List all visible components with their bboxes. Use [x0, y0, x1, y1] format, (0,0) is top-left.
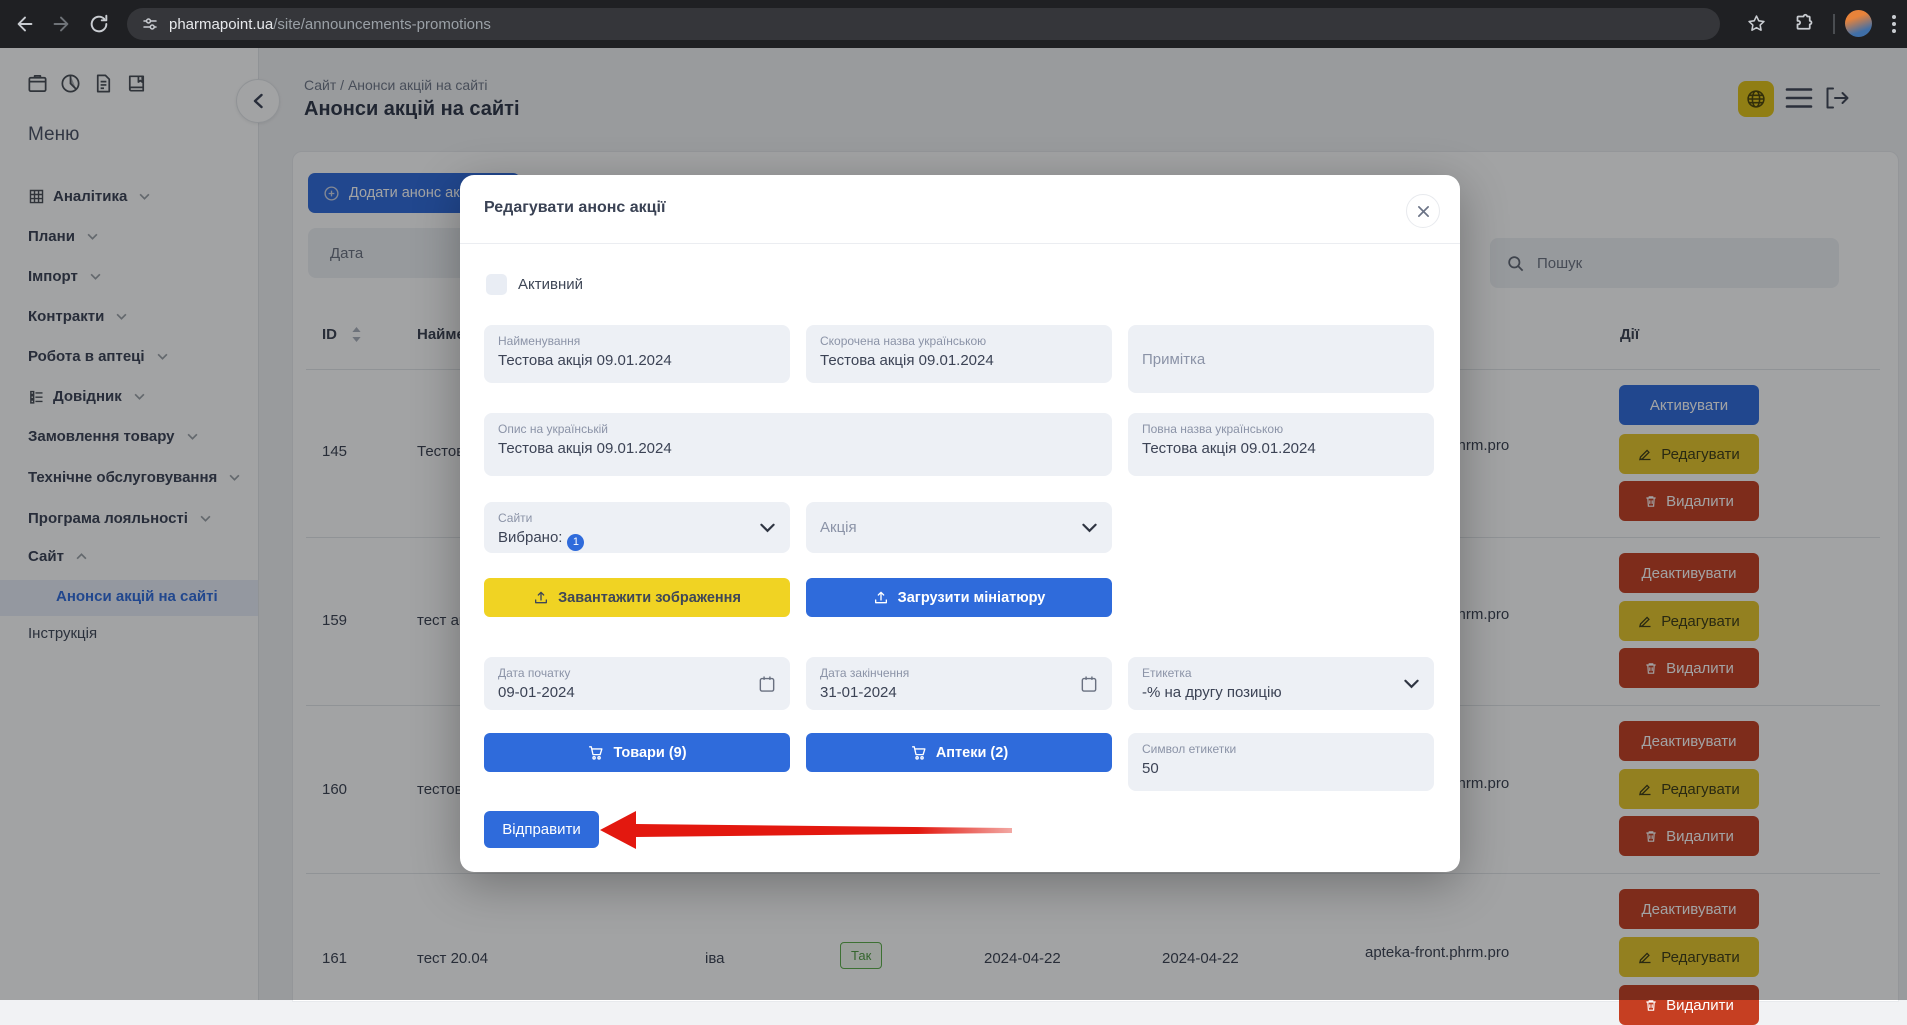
promo-select[interactable]: Акція	[806, 502, 1112, 553]
url-text: pharmapoint.ua/site/announcements-promot…	[169, 16, 491, 33]
toolbar-separator	[1833, 14, 1835, 34]
cart-icon	[587, 744, 604, 761]
upload-image-button[interactable]: Завантажити зображення	[484, 578, 790, 617]
pharmacies-button[interactable]: Аптеки (2)	[806, 733, 1112, 772]
end-date-field[interactable]: Дата закінчення 31-01-2024	[806, 657, 1112, 710]
modal-title: Редагувати анонс акції	[484, 199, 665, 217]
address-bar[interactable]: pharmapoint.ua/site/announcements-promot…	[127, 8, 1720, 40]
chevron-down-icon	[1404, 679, 1419, 689]
chevron-down-icon	[760, 523, 775, 533]
products-button[interactable]: Товари (9)	[484, 733, 790, 772]
upload-icon	[873, 590, 889, 606]
edit-announcement-modal: Редагувати анонс акції Активний Найменув…	[460, 175, 1460, 872]
name-field[interactable]: Найменування Тестова акція 09.01.2024	[484, 325, 790, 383]
active-checkbox[interactable]	[486, 274, 507, 295]
chevron-down-icon	[1082, 523, 1097, 533]
browser-menu-icon[interactable]	[1884, 12, 1904, 36]
calendar-icon[interactable]	[757, 674, 777, 694]
modal-divider	[460, 243, 1460, 244]
full-name-field[interactable]: Повна назва українською Тестова акція 09…	[1128, 413, 1434, 476]
browser-profile-avatar[interactable]	[1845, 10, 1872, 37]
bookmark-star-icon[interactable]	[1746, 13, 1767, 34]
sites-select[interactable]: Сайти Вибрано:1	[484, 502, 790, 553]
submit-button[interactable]: Відправити	[484, 811, 599, 848]
tag-select[interactable]: Етикетка -% на другу позицію	[1128, 657, 1434, 710]
tag-symbol-field[interactable]: Символ етикетки 50	[1128, 733, 1434, 791]
browser-back-icon[interactable]	[14, 13, 36, 35]
selected-count-badge: 1	[567, 534, 584, 551]
browser-toolbar: pharmapoint.ua/site/announcements-promot…	[0, 0, 1907, 48]
cart-icon	[910, 744, 927, 761]
site-info-icon[interactable]	[141, 15, 159, 33]
browser-forward-icon[interactable]	[50, 13, 72, 35]
browser-reload-icon[interactable]	[88, 13, 110, 35]
extensions-icon[interactable]	[1794, 13, 1815, 34]
active-checkbox-label: Активний	[518, 276, 583, 293]
note-field[interactable]: Примітка	[1128, 325, 1434, 393]
upload-icon	[533, 590, 549, 606]
close-button[interactable]	[1406, 194, 1440, 228]
upload-thumbnail-button[interactable]: Загрузити мініатюру	[806, 578, 1112, 617]
app-viewport: Меню Аналітика Плани Імпорт Контракти Ро…	[0, 48, 1907, 1000]
close-icon	[1417, 205, 1430, 218]
description-field[interactable]: Опис на українській Тестова акція 09.01.…	[484, 413, 1112, 476]
calendar-icon[interactable]	[1079, 674, 1099, 694]
annotation-arrow	[590, 808, 1020, 853]
short-name-field[interactable]: Скорочена назва українською Тестова акці…	[806, 325, 1112, 383]
start-date-field[interactable]: Дата початку 09-01-2024	[484, 657, 790, 710]
